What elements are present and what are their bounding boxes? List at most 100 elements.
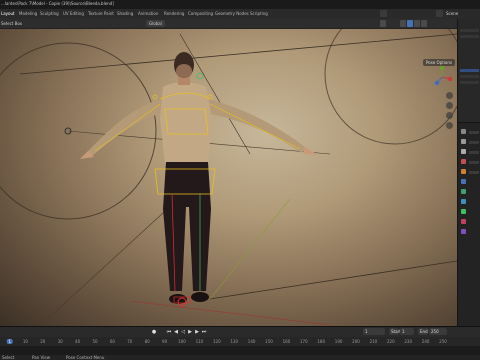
frame-tick-label: 220 (386, 339, 395, 344)
torso (160, 82, 212, 164)
jump-start-icon[interactable]: ⏮ (166, 329, 172, 335)
status-select: Select (2, 355, 15, 360)
frame-tick-label: 70 (127, 339, 133, 344)
start-frame-field[interactable]: 1 (400, 328, 414, 335)
viewport-header: Select Box Global (0, 19, 457, 29)
scene-name[interactable]: Scene (446, 11, 458, 16)
scene-properties-icon[interactable] (461, 159, 466, 164)
3d-viewport[interactable]: Pose Options (0, 29, 457, 326)
frame-tick-label: 90 (162, 339, 168, 344)
frame-tick-label: 40 (75, 339, 81, 344)
left-arm (88, 99, 162, 156)
material-shading-icon[interactable] (414, 20, 420, 27)
tab-sculpting[interactable]: Sculpting (40, 11, 59, 16)
property-row[interactable] (469, 161, 479, 164)
properties-panel[interactable] (457, 122, 480, 326)
play-reverse-icon[interactable]: ◁ (180, 329, 186, 335)
guide-line (209, 260, 457, 300)
frame-tick-label: 190 (334, 339, 343, 344)
frame-tick-label: 100 (178, 339, 186, 344)
frame-tick-label: 180 (317, 339, 326, 344)
move-icon[interactable] (446, 102, 453, 109)
property-row[interactable] (469, 141, 479, 144)
tab-layout[interactable]: Layout (1, 11, 15, 16)
bone-limit-line (129, 300, 331, 326)
step-forward-icon[interactable]: ▶ (194, 329, 200, 335)
solid-shading-icon[interactable] (407, 20, 413, 27)
right-shoe (191, 292, 209, 302)
play-icon[interactable]: ▶ (187, 329, 193, 335)
render-properties-icon[interactable] (461, 139, 466, 144)
orientation-dropdown[interactable]: Global (146, 20, 165, 27)
physics-properties-icon[interactable] (461, 199, 466, 204)
title-bar: ...lantes\Pack 7\Model - Copie (39)\Sour… (0, 0, 480, 9)
frame-ruler[interactable]: 0102030405060708090100110120130140150160… (0, 337, 480, 346)
property-row[interactable] (469, 151, 479, 154)
zoom-icon[interactable] (446, 92, 453, 99)
record-icon[interactable]: ● (151, 329, 157, 335)
tab-scripting[interactable]: Scripting (250, 11, 268, 16)
tab-animation[interactable]: Animation (138, 11, 158, 16)
status-context-menu: Pose Context Menu (66, 355, 105, 360)
current-frame-field[interactable]: 1 (363, 328, 385, 335)
tab-rendering[interactable]: Rendering (164, 11, 184, 16)
tab-shading[interactable]: Shading (117, 11, 133, 16)
head-control-icon[interactable] (196, 72, 204, 80)
select-mode[interactable]: Select Box (1, 21, 22, 26)
tab-modeling[interactable]: Modeling (19, 11, 37, 16)
world-properties-icon[interactable] (461, 169, 466, 174)
camera-icon[interactable] (446, 112, 453, 119)
scene-icon[interactable] (436, 10, 443, 17)
current-frame-marker[interactable]: 1 (6, 339, 14, 344)
step-back-icon[interactable]: ◀ (173, 329, 179, 335)
material-properties-icon[interactable] (461, 219, 466, 224)
status-pan-view: Pan View (32, 355, 50, 360)
frame-tick-label: 250 (439, 339, 447, 344)
navigation-gizmo[interactable] (430, 65, 454, 89)
outliner-row[interactable] (460, 75, 479, 78)
wireframe-shading-icon[interactable] (400, 20, 406, 27)
outliner-row[interactable] (460, 81, 479, 84)
keyframe-area[interactable] (0, 346, 480, 355)
frame-tick-label: 10 (22, 339, 28, 344)
scene-selector-icon[interactable] (380, 10, 387, 17)
output-properties-icon[interactable] (461, 149, 466, 154)
frame-tick-label: 240 (421, 339, 430, 344)
frame-tick-label: 80 (144, 339, 150, 344)
frame-tick-label: 130 (230, 339, 239, 344)
frame-tick-label: 120 (212, 339, 221, 344)
frame-tick-label: 200 (352, 339, 360, 344)
grid-icon[interactable] (446, 122, 453, 129)
end-frame-field[interactable]: 250 (429, 328, 447, 335)
xray-toggle-icon[interactable] (380, 20, 386, 27)
tab-compositing[interactable]: Compositing (188, 11, 213, 16)
shoulder-control-icon[interactable] (207, 94, 213, 100)
jump-end-icon[interactable]: ⏭ (201, 329, 207, 335)
guide-line (19, 33, 457, 75)
frame-tick-label: 230 (404, 339, 413, 344)
rendered-shading-icon[interactable] (421, 20, 427, 27)
right-hand (303, 147, 318, 155)
timeline-editor[interactable]: ● ⏮ ◀ ◁ ▶ ▶ ⏭ 1 Start 1 End 250 01020304… (0, 326, 480, 360)
frame-tick-label: 20 (40, 339, 46, 344)
property-row[interactable] (469, 171, 479, 174)
tool-properties-icon[interactable] (461, 129, 466, 134)
bone-arm-right[interactable] (209, 103, 301, 150)
tab-geometry-nodes[interactable]: Geometry Nodes (215, 11, 249, 16)
property-row[interactable] (469, 131, 479, 134)
bone-arm-left[interactable] (94, 103, 161, 152)
shoulder-control-icon[interactable] (152, 94, 158, 100)
texture-properties-icon[interactable] (461, 229, 466, 234)
object-properties-icon[interactable] (461, 179, 466, 184)
outliner-row[interactable] (460, 29, 479, 32)
tab-uv-editing[interactable]: UV Editing (63, 11, 84, 16)
outliner-row[interactable] (460, 35, 479, 38)
outliner-row-selected[interactable] (460, 69, 479, 72)
frame-tick-label: 140 (247, 339, 256, 344)
modifier-properties-icon[interactable] (461, 189, 466, 194)
tab-texture-paint[interactable]: Texture Paint (88, 11, 114, 16)
timeline-header: ● ⏮ ◀ ◁ ▶ ▶ ⏭ 1 Start 1 End 250 (0, 327, 480, 337)
data-properties-icon[interactable] (461, 209, 466, 214)
outliner-panel[interactable] (457, 19, 480, 122)
workspace-tab-bar: Layout Modeling Sculpting UV Editing Tex… (0, 9, 480, 19)
